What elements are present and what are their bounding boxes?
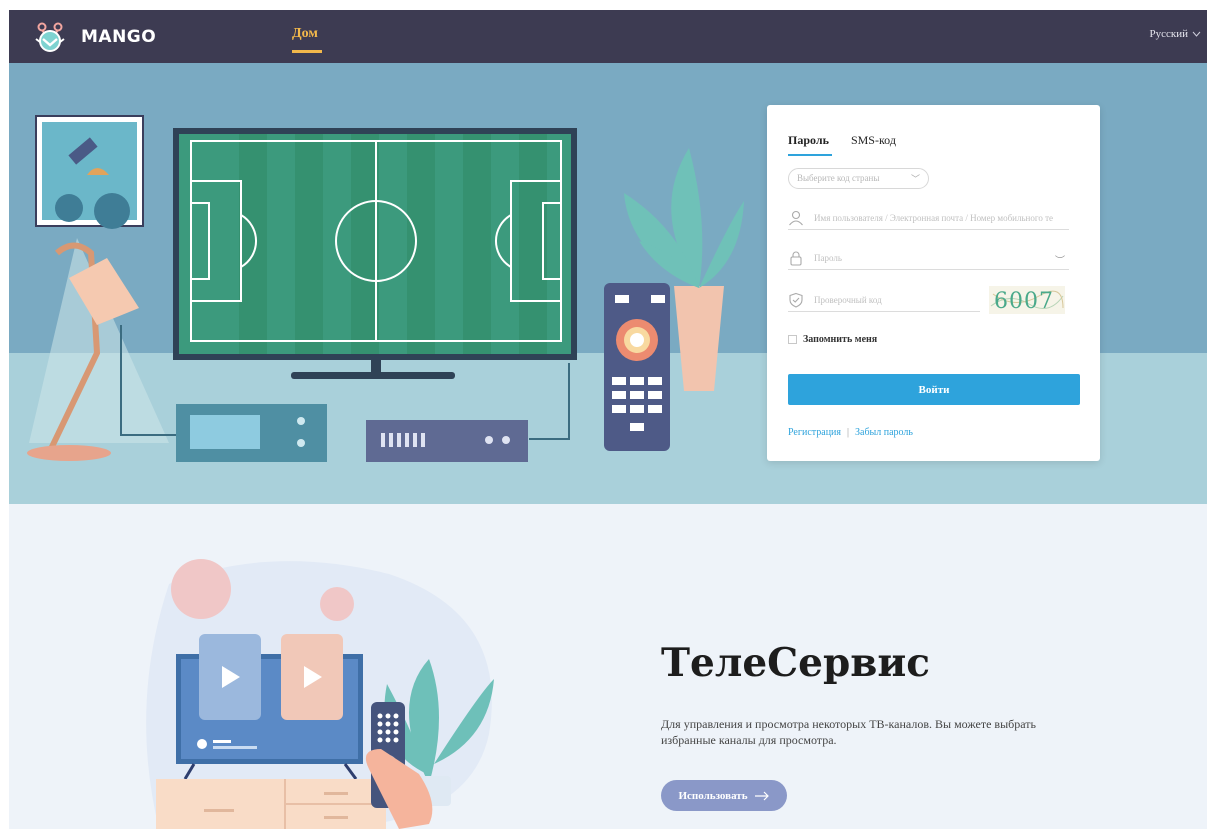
use-service-button[interactable]: Использовать <box>661 780 787 811</box>
tab-password[interactable]: Пароль <box>788 133 829 148</box>
link-separator: | <box>847 427 850 438</box>
captcha-text: 6007 <box>994 289 1054 314</box>
arrow-right-icon <box>754 791 769 800</box>
password-field: ︶ <box>788 246 1069 270</box>
user-icon <box>789 210 803 225</box>
promo-title: ТелеСервис <box>661 640 931 686</box>
chevron-down-icon: ﹀ <box>910 174 920 184</box>
country-code-placeholder: Выберите код страны <box>797 173 880 183</box>
lock-icon <box>790 251 802 266</box>
login-button[interactable]: Войти <box>788 374 1080 405</box>
password-input[interactable] <box>814 252 1069 263</box>
language-label: Русский <box>1149 28 1189 40</box>
active-tab-indicator <box>788 154 832 156</box>
login-card: Пароль SMS-код Выберите код страны ﹀ ︶ 6… <box>767 105 1100 461</box>
use-button-label: Использовать <box>678 789 748 802</box>
tv-service-illustration <box>146 559 494 829</box>
brand-name: MANGO <box>81 27 157 47</box>
country-code-select[interactable]: Выберите код страны ﹀ <box>788 168 929 189</box>
language-selector[interactable]: Русский <box>1150 28 1202 40</box>
brand-logo[interactable]: MANGO <box>33 22 156 52</box>
mango-logo-icon <box>35 22 65 52</box>
chevron-down-icon <box>1192 31 1201 37</box>
tab-sms-code[interactable]: SMS-код <box>851 133 896 148</box>
remember-me-checkbox[interactable] <box>788 335 797 344</box>
nav-home-link[interactable]: Дом <box>292 26 318 42</box>
captcha-input[interactable] <box>814 294 980 305</box>
promo-description: Для управления и просмотра некоторых ТВ-… <box>661 717 1036 747</box>
captcha-field <box>788 288 980 312</box>
username-input[interactable] <box>814 212 1069 223</box>
remember-me-label: Запомнить меня <box>803 334 878 345</box>
captcha-graphic: 6007 <box>989 286 1065 314</box>
service-promo-section: ТелеСервис Для управления и просмотра не… <box>9 504 1207 829</box>
eye-closed-icon[interactable]: ︶ <box>1055 252 1065 267</box>
top-navigation-bar: MANGO Дом Русский <box>9 10 1207 63</box>
auth-links: Регистрация | Забыл пароль <box>788 427 913 438</box>
shield-icon <box>789 292 803 308</box>
username-field <box>788 206 1069 230</box>
register-link[interactable]: Регистрация <box>788 427 841 438</box>
login-tabs: Пароль SMS-код <box>788 133 896 148</box>
nav-active-indicator <box>292 50 322 53</box>
remember-me[interactable]: Запомнить меня <box>788 334 877 345</box>
forgot-password-link[interactable]: Забыл пароль <box>855 427 913 438</box>
captcha-image[interactable]: 6007 <box>989 286 1065 314</box>
